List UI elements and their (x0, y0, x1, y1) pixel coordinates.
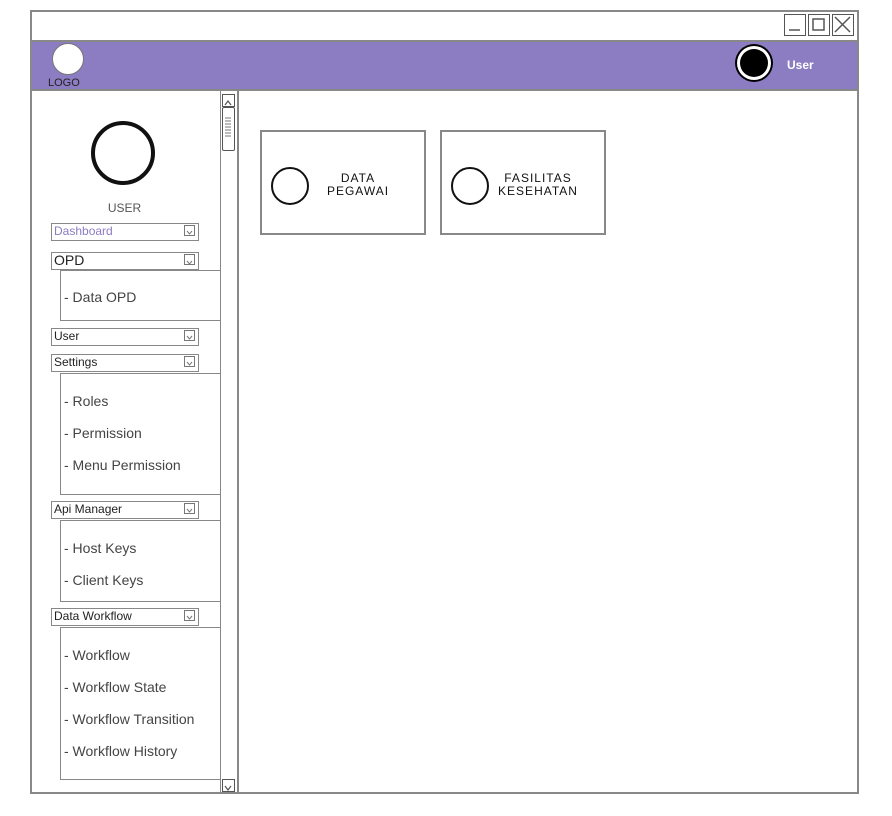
chevron-down-icon (184, 610, 195, 621)
submenu-opd: - Data OPD (60, 270, 221, 321)
submenu-item-data-opd[interactable]: - Data OPD (64, 289, 136, 305)
close-icon (834, 16, 851, 33)
menu-user[interactable]: User (51, 328, 199, 346)
scroll-down-button[interactable] (222, 779, 235, 792)
maximize-icon (812, 18, 825, 31)
menu-api-manager[interactable]: Api Manager (51, 501, 199, 519)
submenu-item-workflow-transition[interactable]: - Workflow Transition (64, 711, 194, 727)
grip-icon (225, 117, 231, 137)
card-fasilitas-kesehatan[interactable]: FASILITAS KESEHATAN (440, 130, 606, 235)
chevron-down-icon (184, 330, 195, 341)
minimize-icon (789, 29, 800, 31)
logo-label: LOGO (48, 77, 80, 89)
submenu-item-permission[interactable]: - Permission (64, 425, 142, 441)
menu-label: Dashboard (54, 224, 113, 238)
submenu-item-host-keys[interactable]: - Host Keys (64, 540, 136, 556)
submenu-item-menu-permission[interactable]: - Menu Permission (64, 457, 181, 473)
menu-settings[interactable]: Settings (51, 354, 199, 372)
menu-label: Api Manager (54, 502, 123, 516)
chevron-down-icon (224, 785, 232, 791)
user-name[interactable]: User (787, 58, 814, 72)
menu-dashboard[interactable]: Dashboard (51, 223, 199, 241)
sidebar: USER Dashboard OPD - Data OPD User Setti… (32, 91, 239, 794)
chevron-down-icon (184, 225, 195, 236)
chevron-down-icon (184, 254, 195, 265)
circle-icon (451, 167, 489, 205)
menu-label: OPD (54, 252, 85, 268)
logo-icon (52, 43, 84, 75)
submenu-item-workflow-state[interactable]: - Workflow State (64, 679, 166, 695)
scroll-thumb[interactable] (222, 107, 235, 151)
minimize-button[interactable] (784, 14, 806, 36)
chevron-down-icon (184, 356, 195, 367)
menu-label: Settings (54, 355, 98, 369)
card-label: FASILITAS KESEHATAN (498, 171, 578, 198)
chevron-down-icon (184, 503, 195, 514)
profile-avatar-icon (91, 121, 155, 185)
submenu-settings: - Roles - Permission - Menu Permission (60, 373, 221, 495)
menu-data-workflow[interactable]: Data Workflow (51, 608, 199, 626)
circle-icon (271, 167, 309, 205)
menu-label: Data Workflow (54, 609, 132, 623)
scroll-up-button[interactable] (222, 94, 235, 107)
profile-label: USER (107, 201, 142, 215)
submenu-item-roles[interactable]: - Roles (64, 393, 108, 409)
submenu-data-workflow: - Workflow - Workflow State - Workflow T… (60, 627, 221, 780)
menu-label: User (54, 329, 80, 343)
submenu-api-manager: - Host Keys - Client Keys (60, 520, 221, 602)
sidebar-scrollbar[interactable] (220, 91, 237, 794)
card-data-pegawai[interactable]: DATA PEGAWAI (260, 130, 426, 235)
menu-opd[interactable]: OPD (51, 252, 199, 270)
card-label: DATA PEGAWAI (326, 171, 390, 198)
close-button[interactable] (832, 14, 854, 36)
submenu-item-workflow-history[interactable]: - Workflow History (64, 743, 177, 759)
user-avatar[interactable] (740, 49, 768, 77)
title-bar (32, 12, 857, 40)
app-window: LOGO User USER Dashboard OPD - Data OPD … (30, 10, 859, 794)
app-header: LOGO User (32, 40, 857, 91)
submenu-item-client-keys[interactable]: - Client Keys (64, 572, 143, 588)
maximize-button[interactable] (808, 14, 830, 36)
submenu-item-workflow[interactable]: - Workflow (64, 647, 130, 663)
